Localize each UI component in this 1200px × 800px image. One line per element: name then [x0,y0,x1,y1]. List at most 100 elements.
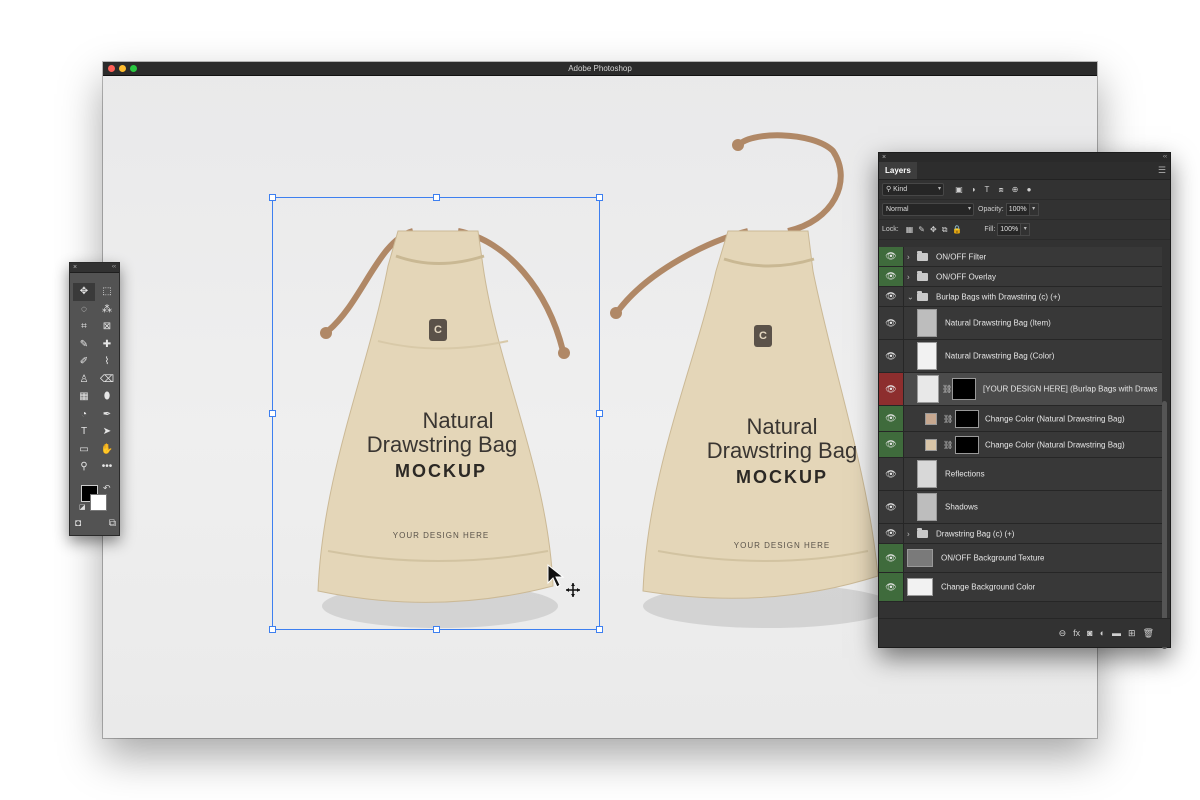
layers-scrollbar-thumb[interactable] [1162,401,1167,649]
visibility-eye-icon[interactable]: 👁 [879,406,904,431]
healing-tool-icon[interactable]: ✚ [96,336,118,354]
layer-name[interactable]: Natural Drawstring Bag (Color) [945,352,1054,361]
layers-scrollbar[interactable] [1162,401,1167,649]
layer-row[interactable]: 👁 Natural Drawstring Bag (Color) [879,340,1162,373]
transform-handle-bottom-left[interactable] [269,626,276,633]
link-icon[interactable]: ⛓ [943,414,953,423]
layer-thumbnail[interactable] [917,493,937,521]
layer-row[interactable]: 👁 ⛓ Change Color (Natural Drawstring Bag) [879,406,1162,432]
layer-thumbnail[interactable] [907,549,933,567]
history-brush-tool-icon[interactable]: ♙ [73,371,95,389]
tab-layers[interactable]: Layers [879,162,917,179]
zoom-tool-icon[interactable]: ⚲ [73,458,95,476]
visibility-eye-icon[interactable]: 👁 [879,458,904,490]
fill-color-thumbnail[interactable] [925,438,937,451]
fill-dropdown-icon[interactable]: ▾ [1021,223,1031,236]
transform-handle-bottom-center[interactable] [433,626,440,633]
transform-handle-middle-left[interactable] [269,410,276,417]
visibility-eye-icon[interactable]: 👁 [879,373,904,405]
link-icon[interactable]: ⛓ [942,385,952,394]
chevron-right-icon[interactable]: › [907,272,910,281]
brush-tool-icon[interactable]: ✐ [73,353,95,371]
transform-handle-bottom-right[interactable] [596,626,603,633]
eyedropper-tool-icon[interactable]: ✎ [73,336,95,354]
link-layers-icon[interactable]: ⊖ [1059,628,1067,639]
title-bar[interactable]: Adobe Photoshop [103,62,1097,76]
chevron-right-icon[interactable]: › [907,529,910,538]
layer-name[interactable]: Burlap Bags with Drawstring (c) (+) [936,292,1060,301]
lasso-tool-icon[interactable]: ◌ [73,301,95,319]
layer-row[interactable]: 👁 ⛓ Change Color (Natural Drawstring Bag) [879,432,1162,458]
add-mask-icon[interactable]: ◙ [1087,628,1092,638]
layer-mask-thumbnail[interactable] [955,409,979,428]
chevron-down-icon[interactable]: ⌄ [907,292,914,301]
path-select-tool-icon[interactable]: ➤ [96,423,118,441]
visibility-eye-icon[interactable]: 👁 [879,432,904,457]
layer-name[interactable]: Change Color (Natural Drawstring Bag) [985,440,1125,449]
link-icon[interactable]: ⛓ [943,440,953,449]
pen-tool-icon[interactable]: ✒ [96,406,118,424]
transform-handle-top-center[interactable] [433,194,440,201]
layer-thumbnail[interactable] [917,460,937,488]
screen-mode-icon[interactable]: ⧉ [109,518,116,529]
visibility-eye-icon[interactable]: 👁 [879,491,904,523]
layer-name[interactable]: [YOUR DESIGN HERE] (Burlap Bags with Dra… [983,385,1157,394]
smart-object-thumbnail[interactable] [917,375,939,403]
blend-mode-select[interactable]: Normal ▾ [882,203,974,216]
transform-handle-middle-right[interactable] [596,410,603,417]
stamp-tool-icon[interactable]: ⌇ [96,353,118,371]
lock-transparent-icon[interactable]: ▦ [906,225,914,235]
magic-wand-tool-icon[interactable]: ⁂ [96,301,118,319]
move-tool-icon[interactable]: ✥ [73,283,95,301]
marquee-tool-icon[interactable]: ⬚ [96,283,118,301]
shape-filter-icon[interactable]: ⧈ [996,185,1006,195]
layer-row[interactable]: 👁 Shadows [879,491,1162,524]
close-panel-icon[interactable]: × [882,153,886,162]
tools-panel-header[interactable]: × ‹‹ [70,263,119,273]
type-filter-icon[interactable]: T [982,185,992,195]
visibility-eye-icon[interactable]: 👁 [879,267,904,286]
layer-thumbnail[interactable] [917,342,937,370]
visibility-eye-icon[interactable]: 👁 [879,247,904,266]
layer-name[interactable]: Change Background Color [941,583,1035,592]
lock-artboard-icon[interactable]: ⧉ [942,225,948,235]
background-color-swatch[interactable] [90,494,107,511]
transform-handle-top-right[interactable] [596,194,603,201]
visibility-eye-icon[interactable]: 👁 [879,573,904,601]
layer-row[interactable]: 👁 ⛓ [YOUR DESIGN HERE] (Burlap Bags with D… [879,373,1162,406]
chevron-right-icon[interactable]: › [907,252,910,261]
new-adjustment-icon[interactable]: ◐ [1100,628,1105,638]
layer-thumbnail[interactable] [917,309,937,337]
layer-name[interactable]: ON/OFF Overlay [936,272,996,281]
dodge-tool-icon[interactable]: ◔ [73,406,95,424]
blur-tool-icon[interactable]: ⬮ [96,388,118,406]
panel-menu-icon[interactable]: ☰ [1158,165,1166,176]
visibility-eye-icon[interactable]: 👁 [879,340,904,372]
default-colors-icon[interactable]: ◪ [79,503,86,511]
rectangle-tool-icon[interactable]: ▭ [73,441,95,459]
new-group-icon[interactable]: ▬ [1112,628,1121,638]
crop-tool-icon[interactable]: ⌗ [73,318,95,336]
smart-object-filter-icon[interactable]: ⊕ [1010,185,1020,195]
layer-row[interactable]: 👁 › Drawstring Bag (c) (+) [879,524,1162,544]
lock-image-icon[interactable]: ✎ [918,225,925,235]
layer-mask-thumbnail[interactable] [955,435,979,454]
layer-row[interactable]: 👁 Change Background Color [879,573,1162,602]
lock-position-icon[interactable]: ✥ [930,225,937,235]
quick-mask-icon[interactable]: ◘ [75,518,81,529]
layer-row[interactable]: 👁 ⌄ Burlap Bags with Drawstring (c) (+) [879,287,1162,307]
layer-name[interactable]: Change Color (Natural Drawstring Bag) [985,414,1125,423]
pixel-filter-icon[interactable]: ▣ [954,185,964,195]
fill-input[interactable]: 100% [997,223,1022,236]
hand-tool-icon[interactable]: ✋ [96,441,118,459]
type-tool-icon[interactable]: T [73,423,95,441]
adjustment-filter-icon[interactable]: ◑ [968,185,978,195]
layer-name[interactable]: Drawstring Bag (c) (+) [936,529,1014,538]
visibility-eye-icon[interactable]: 👁 [879,544,904,572]
layers-panel-header[interactable]: × ‹‹ [879,153,1170,162]
opacity-dropdown-icon[interactable]: ▾ [1029,203,1039,216]
transform-handle-top-left[interactable] [269,194,276,201]
visibility-eye-icon[interactable]: 👁 [879,287,904,306]
swap-colors-icon[interactable]: ↶ [103,483,111,494]
layer-name[interactable]: ON/OFF Filter [936,252,986,261]
